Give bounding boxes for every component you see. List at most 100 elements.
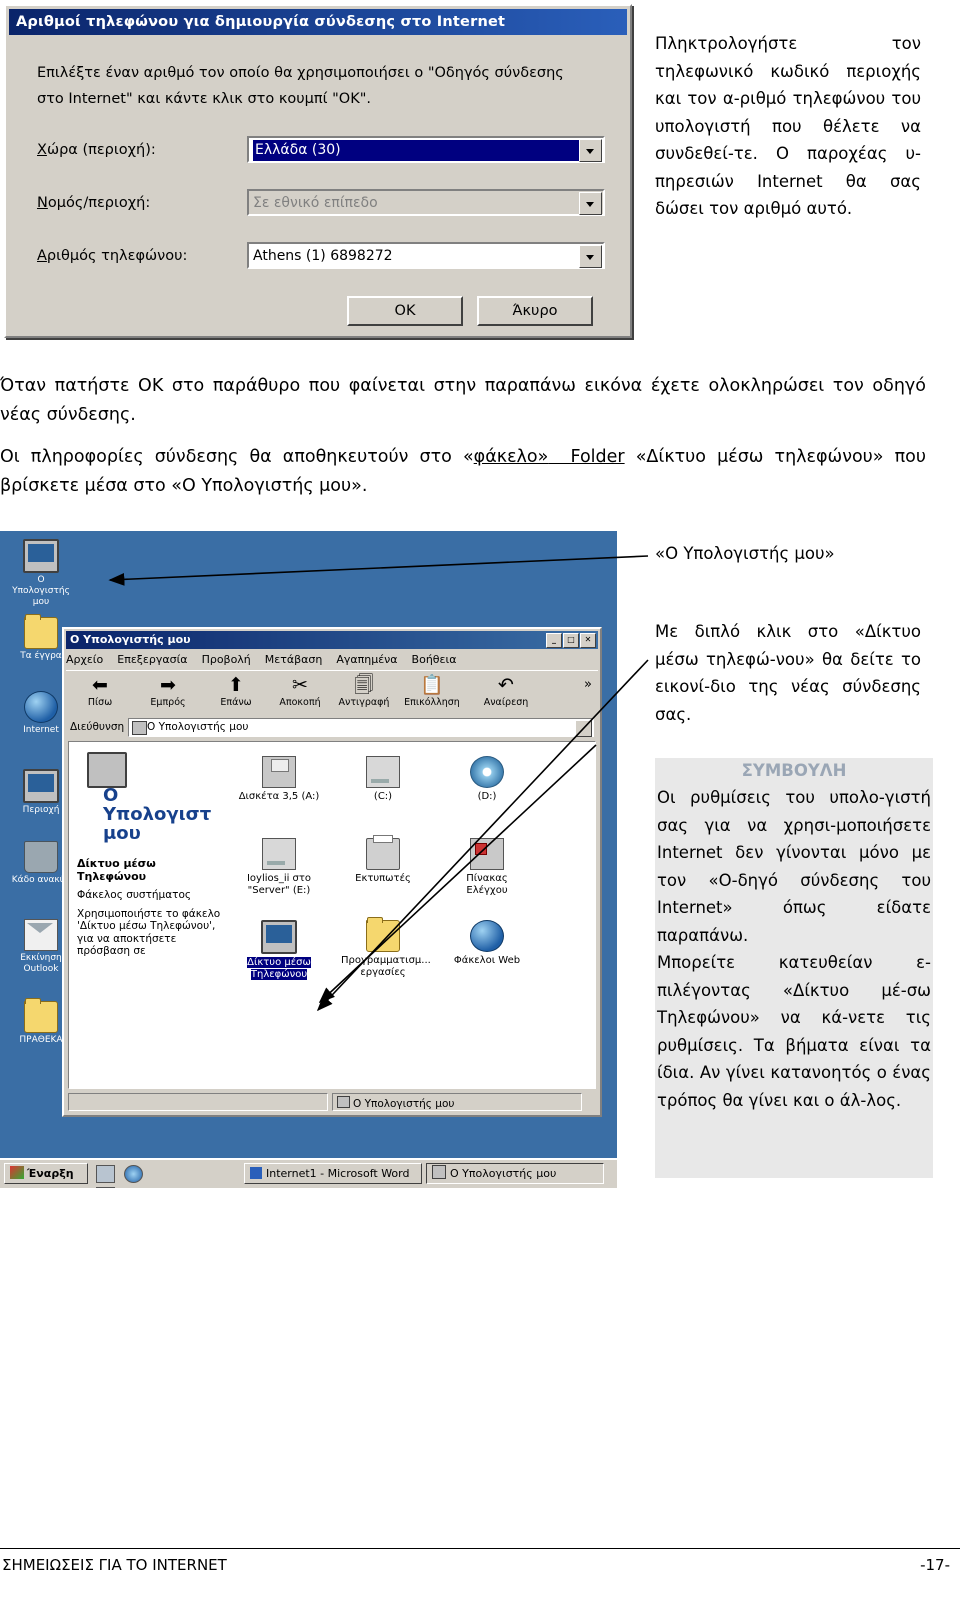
list-item[interactable]: (C:) xyxy=(341,756,425,803)
tip-paragraph-1: Οι ρυθμίσεις του υπολο-γιστή σας για να … xyxy=(657,788,931,945)
forward-arrow-icon: ➡ xyxy=(160,674,176,696)
item-label: Ioylios_ii στο "Server" (E:) xyxy=(246,873,312,896)
dialog-titlebar: Αριθμοί τηλεφώνου για δημιουργία σύνδεση… xyxy=(9,9,627,35)
app-icon-2[interactable] xyxy=(124,1165,144,1183)
address-label: Διεύθυνση xyxy=(70,721,125,733)
toolbar-undo[interactable]: ↶ Αναίρεση xyxy=(476,673,536,708)
toolbar-overflow-chevron[interactable]: » xyxy=(584,677,592,692)
toolbar-copy[interactable]: 🗐 Αντιγραφή xyxy=(334,673,394,708)
undo-icon: ↶ xyxy=(498,674,514,696)
menu-favorites[interactable]: Αγαπημένα xyxy=(336,653,397,666)
menu-edit[interactable]: Επεξεργασία xyxy=(117,653,187,666)
info-desc-2: Χρησιμοποιήστε το φάκελο 'Δίκτυο μέσω Τη… xyxy=(77,907,221,958)
network-icon xyxy=(23,769,59,803)
toolbar-label: Αποκοπή xyxy=(279,697,321,708)
explorer-toolbar: ⬅ Πίσω ➡ Εμπρός ⬆ Επάνω ✂ Αποκοπή 🗐 Αντι… xyxy=(66,670,598,717)
item-label: Εκτυπωτές xyxy=(355,873,411,884)
region-combo[interactable]: Σε εθνικό επίπεδο xyxy=(247,189,605,216)
chevron-down-icon[interactable] xyxy=(579,245,602,268)
list-item[interactable]: (D:) xyxy=(445,756,529,803)
list-item[interactable]: Φάκελοι Web xyxy=(445,920,529,967)
phone-label: Αριθμός τηλεφώνου: xyxy=(37,248,188,264)
toolbar-paste[interactable]: 📋 Επικόλληση xyxy=(402,673,462,708)
folder-icon xyxy=(24,998,58,1033)
recycle-bin-icon xyxy=(24,841,58,873)
quick-launch-tray xyxy=(96,1165,170,1188)
taskbar: Έναρξη Internet1 - Microsoft Word Ο Υπολ… xyxy=(0,1158,617,1188)
menu-view[interactable]: Προβολή xyxy=(202,653,251,666)
window-buttons: _ □ ✕ xyxy=(545,633,596,649)
toolbar-up[interactable]: ⬆ Επάνω xyxy=(206,673,266,708)
my-computer-icon xyxy=(432,1165,446,1179)
taskbar-item-word[interactable]: Internet1 - Microsoft Word xyxy=(244,1163,422,1184)
scheduled-tasks-icon xyxy=(366,917,400,952)
status-text: Ο Υπολογιστής μου xyxy=(353,1098,455,1110)
taskbar-item-label: Internet1 - Microsoft Word xyxy=(266,1167,410,1180)
footer-left: ΣΗΜΕΙΩΣΕΙΣ ΓΙΑ ΤΟ INTERNET xyxy=(2,1556,227,1574)
list-item[interactable]: Δισκέτα 3,5 (A:) xyxy=(237,756,321,803)
dialog-body: Επιλέξτε έναν αριθμό τον οποίο θα χρησιμ… xyxy=(9,38,627,333)
printers-icon xyxy=(366,835,400,870)
address-input[interactable]: Ο Υπολογιστής μου xyxy=(128,718,594,737)
windows-logo-icon xyxy=(10,1166,24,1179)
desktop-icon-label: ΠΡΑΘΕΚΑ xyxy=(19,1035,63,1045)
toolbar-label: Αντιγραφή xyxy=(338,697,390,708)
phone-combo[interactable]: Athens (1) 6898272 xyxy=(247,242,605,269)
toolbar-cut[interactable]: ✂ Αποκοπή xyxy=(270,673,330,708)
chevron-down-icon[interactable] xyxy=(579,139,602,162)
list-item[interactable]: Εκτυπωτές xyxy=(341,835,425,885)
desktop-icon-my-computer[interactable]: Ο Υπολογιστής μου xyxy=(10,539,72,608)
maximize-icon[interactable]: □ xyxy=(563,633,579,648)
folder-icon xyxy=(24,614,58,649)
list-item-selected[interactable]: Δίκτυο μέσω Τηλεφώνου xyxy=(237,920,321,981)
up-folder-icon: ⬆ xyxy=(228,674,244,696)
harddrive-icon xyxy=(366,756,400,788)
menu-file[interactable]: Αρχείο xyxy=(66,653,103,666)
status-panel-right: Ο Υπολογιστής μου xyxy=(332,1093,582,1111)
cancel-button[interactable]: Άκυρο xyxy=(477,296,593,326)
paragraph-1: Όταν πατήστε ΟΚ στο παράθυρο που φαίνετα… xyxy=(0,376,926,425)
menu-help[interactable]: Βοήθεια xyxy=(412,653,457,666)
footer-right: -17- xyxy=(920,1556,950,1574)
chevron-down-icon[interactable] xyxy=(579,192,602,215)
app-icon-3[interactable] xyxy=(96,1187,115,1188)
item-label: Φάκελοι Web xyxy=(453,955,521,966)
menu-go[interactable]: Μετάβαση xyxy=(265,653,323,666)
item-label: (D:) xyxy=(477,791,497,802)
paragraph-2-underline-2: Folder xyxy=(570,447,625,467)
dialup-networking-icon xyxy=(261,920,297,954)
item-label: Προγραμματισμ... εργασίες xyxy=(341,955,431,978)
tip-paragraph-2: Μπορείτε κατευθείαν ε-πιλέγοντας «Δίκτυο… xyxy=(657,953,931,1110)
chevron-down-icon[interactable] xyxy=(575,720,592,737)
toolbar-label: Επάνω xyxy=(220,697,252,708)
my-computer-icon xyxy=(132,721,147,735)
app-icon-1[interactable] xyxy=(96,1165,115,1183)
list-item[interactable]: Ioylios_ii στο "Server" (E:) xyxy=(237,838,321,896)
list-item[interactable]: Πίνακας Ελέγχου xyxy=(445,838,529,896)
copy-icon: 🗐 xyxy=(354,674,374,696)
item-label: Δισκέτα 3,5 (A:) xyxy=(238,791,320,802)
toolbar-forward[interactable]: ➡ Εμπρός xyxy=(138,673,198,708)
desktop-icon-label: Εκκίνηση Outlook xyxy=(20,953,62,974)
desktop-icon-label: Περιοχή xyxy=(22,805,60,815)
country-combo[interactable]: Ελλάδα (30) xyxy=(247,136,605,163)
taskbar-item-label: Ο Υπολογιστής μου xyxy=(450,1167,557,1180)
footer-divider xyxy=(0,1548,960,1549)
toolbar-back[interactable]: ⬅ Πίσω xyxy=(70,673,130,708)
address-value: Ο Υπολογιστής μου xyxy=(147,721,249,733)
word-icon xyxy=(250,1167,262,1179)
tip-box: ΣΥΜΒΟΥΛΗ Οι ρυθμίσεις του υπολο-γιστή σα… xyxy=(655,758,933,1178)
list-item[interactable]: Προγραμματισμ... εργασίες xyxy=(341,917,431,978)
callout-my-computer: «Ο Υπολογιστής μου» xyxy=(655,544,835,563)
explorer-info-pane: Ο Υπολογιστ μου Δίκτυο μέσω Τηλεφώνου Φά… xyxy=(69,742,229,1088)
network-drive-icon xyxy=(262,838,296,870)
floppy-icon xyxy=(262,756,296,788)
close-icon[interactable]: ✕ xyxy=(580,633,596,648)
start-button[interactable]: Έναρξη xyxy=(4,1163,88,1184)
explorer-screenshot: Ο Υπολογιστής μου Τα έγγρα Internet Περι… xyxy=(0,531,617,1188)
control-panel-icon xyxy=(470,838,504,870)
cdrom-icon xyxy=(470,756,504,788)
taskbar-item-my-computer[interactable]: Ο Υπολογιστής μου xyxy=(426,1163,604,1184)
minimize-icon[interactable]: _ xyxy=(546,633,562,648)
ok-button[interactable]: OK xyxy=(347,296,463,326)
